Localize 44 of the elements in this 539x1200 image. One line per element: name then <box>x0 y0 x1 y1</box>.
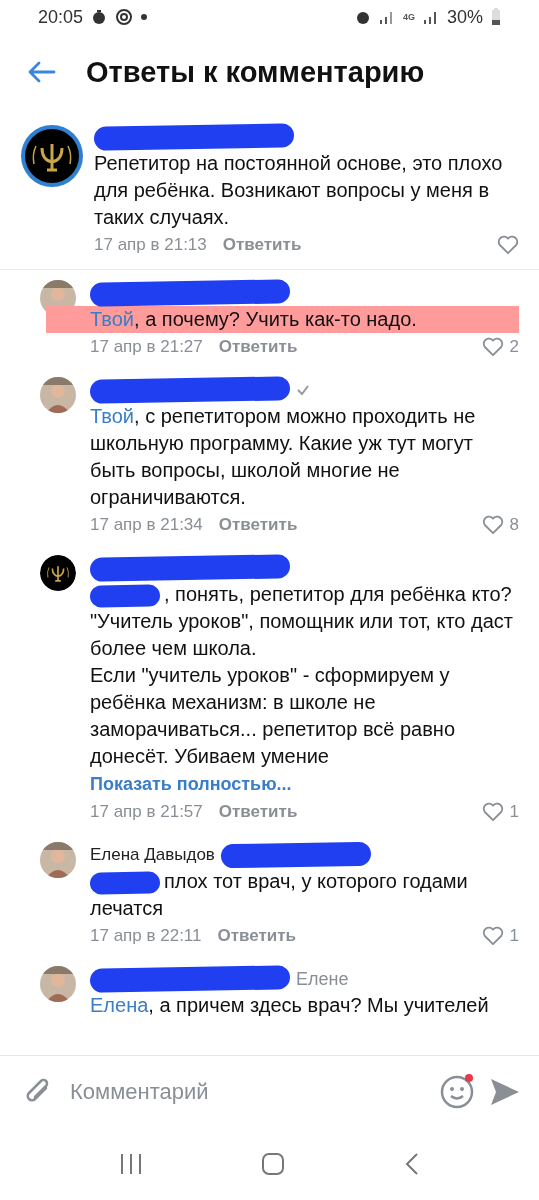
heart-icon <box>497 235 519 255</box>
comment-date: 17 апр в 21:34 <box>90 515 203 535</box>
signal-icon <box>422 10 439 24</box>
emoji-button[interactable] <box>439 1074 475 1110</box>
author-name[interactable]: Елена Давыдов <box>90 845 215 865</box>
clock: 20:05 <box>38 6 84 28</box>
reply-link[interactable]: Ответить <box>218 515 298 535</box>
like-button[interactable] <box>497 235 519 255</box>
reply-link[interactable]: Ответить <box>218 337 298 357</box>
back-nav-button[interactable] <box>403 1152 420 1176</box>
comment-date: 17 апр в 22:11 <box>90 926 202 946</box>
reply-to-name: Елене <box>296 968 349 990</box>
reply-link[interactable]: Ответить <box>218 802 298 822</box>
comment-text: Твой, а почему? Учить как-то надо. <box>46 306 519 333</box>
battery-percent: 30% <box>446 6 483 28</box>
comment-text: , понять, репетитор для ребёнка кто? "Учитель уроков", помощник или тот, кто даст более чем школа. Если "учитель уроков" - сформируем у ребёнка механизм: в школе не заморачиваться... репетитор всё равно донесёт. Убиваем умение <box>90 582 514 769</box>
battery-icon <box>491 8 501 26</box>
reply-link[interactable]: Ответить <box>217 926 297 946</box>
page-title: Ответы к комментарию <box>86 55 425 89</box>
comment-text: плох тот врач, у которого годами лечатся <box>90 869 469 921</box>
back-button[interactable] <box>26 60 56 84</box>
network-type: 4G <box>402 12 415 22</box>
like-button[interactable]: 8 <box>481 515 519 535</box>
like-button[interactable]: 1 <box>481 926 519 946</box>
recent-apps-button[interactable] <box>119 1153 144 1175</box>
like-button[interactable]: 1 <box>481 802 519 822</box>
send-button[interactable] <box>489 1076 521 1108</box>
comment-text: Елена, а причем здесь врач? Мы учителей <box>90 993 490 1018</box>
comment-date: 17 апр в 21:13 <box>94 235 207 255</box>
like-button[interactable]: 2 <box>481 337 519 357</box>
home-button[interactable] <box>261 1152 286 1176</box>
comment-text: Твой, с репетитором можно проходить не школьную программу. Какие уж тут могут быть вопросы, школой многие не ограничиваются. <box>90 404 477 510</box>
reply-link[interactable]: Ответить <box>222 235 302 255</box>
show-more-link[interactable]: Показать полностью... <box>90 770 519 798</box>
comment-date: 17 апр в 21:27 <box>90 337 203 357</box>
signal-icon <box>378 10 395 24</box>
heart-icon <box>481 802 504 822</box>
heart-icon <box>481 515 504 535</box>
comment-date: 17 апр в 21:57 <box>90 802 203 822</box>
heart-icon <box>481 337 504 357</box>
comment-text: Репетитор на постоянной основе, это плохо для ребёнка. Возникают вопросы у меня в таких случаях. <box>94 151 504 230</box>
dot-icon <box>141 14 148 20</box>
heart-icon <box>481 926 504 946</box>
stopwatch-icon <box>91 9 108 25</box>
